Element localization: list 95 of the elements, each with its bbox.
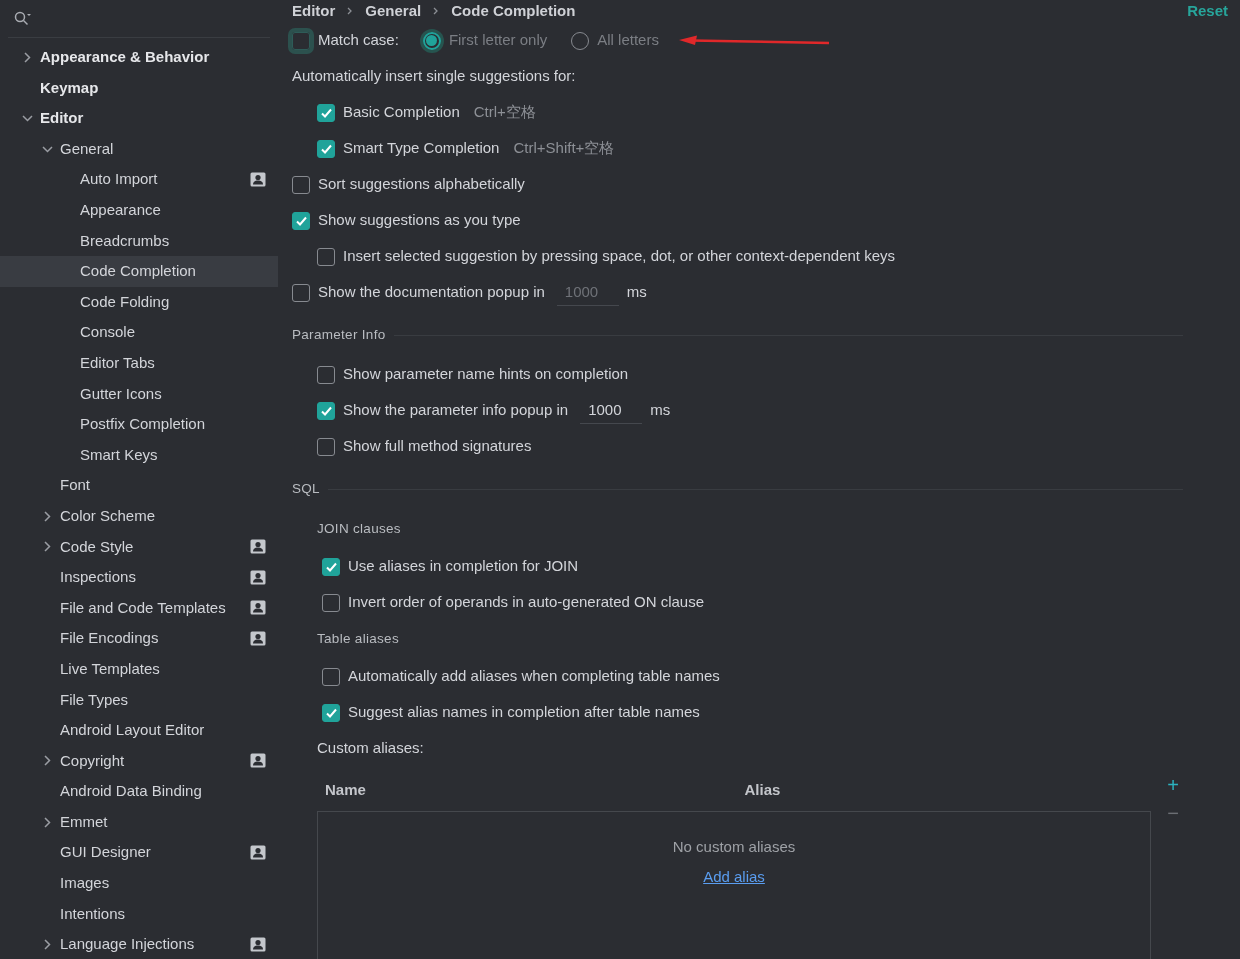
section-title: Parameter Info	[292, 326, 386, 345]
tree-item[interactable]: General	[0, 133, 278, 165]
checkbox-label: Sort suggestions alphabetically	[318, 174, 525, 195]
tree-item[interactable]: Copyright	[0, 745, 278, 777]
chevron-right-icon	[41, 939, 53, 950]
checkbox-label: Automatically add aliases when completing table names	[348, 666, 720, 687]
tree-item[interactable]: GUI Designer	[0, 837, 278, 869]
tree-item[interactable]: Code Completion	[0, 256, 278, 287]
subsection-title: Table aliases	[317, 630, 399, 649]
tree-item[interactable]: Code Folding	[0, 286, 278, 318]
checkbox-label: Show parameter name hints on completion	[343, 364, 629, 385]
shortcut-text: Ctrl+Shift+空格	[513, 138, 615, 159]
tree-item[interactable]: Android Data Binding	[0, 776, 278, 807]
tree-item[interactable]: File and Code Templates	[0, 592, 278, 624]
checkbox[interactable]	[317, 401, 335, 420]
tree-item[interactable]: Console	[0, 317, 278, 348]
checkbox[interactable]	[317, 247, 335, 266]
tree-item[interactable]: Images	[0, 868, 278, 899]
chevron-right-icon	[41, 816, 53, 828]
column-header: Name	[325, 781, 366, 799]
breadcrumb-item[interactable]: General	[365, 0, 422, 23]
chevron-right-icon	[41, 510, 53, 522]
checkbox-label: Basic Completion	[343, 102, 460, 123]
reset-link[interactable]: Reset	[1187, 0, 1228, 23]
checkbox[interactable]	[292, 211, 310, 230]
checkmark-icon	[319, 142, 333, 155]
checkbox-label: Use aliases in completion for JOIN	[348, 556, 579, 577]
checkmark-icon	[294, 214, 308, 227]
chevron-right-icon	[433, 7, 440, 16]
label-text: Custom aliases:	[317, 738, 424, 759]
tree-item[interactable]: File Types	[0, 684, 278, 716]
chevron-down-icon	[41, 143, 53, 155]
unit-label: ms	[626, 282, 647, 303]
checkmark-icon	[319, 106, 333, 119]
tree-item[interactable]: Keymap	[0, 72, 278, 104]
tree-item[interactable]: Language Injections	[0, 929, 278, 959]
checkmark-icon	[319, 404, 333, 417]
column-header: Alias	[744, 781, 781, 799]
checkmark-icon	[324, 560, 338, 573]
checkbox-label: Insert selected suggestion by pressing space, dot, or other context-dependent keys	[343, 246, 895, 267]
tree-item[interactable]: Emmet	[0, 806, 278, 838]
checkbox-label: Invert order of operands in auto-generated ON clause	[348, 592, 705, 613]
checkbox-label: Show the parameter info popup in	[343, 400, 569, 421]
tree-item[interactable]: Breadcrumbs	[0, 225, 278, 257]
chevron-right-icon	[21, 51, 33, 63]
breadcrumb-item[interactable]: Code Completion	[451, 0, 576, 23]
chevron-down-icon	[21, 113, 33, 124]
tree-item[interactable]: Editor Tabs	[0, 347, 278, 379]
number-field[interactable]: 1000	[580, 396, 643, 425]
tree-item[interactable]: Gutter Icons	[0, 378, 278, 410]
search-icon	[14, 11, 31, 26]
chevron-right-icon	[347, 7, 354, 16]
checkbox[interactable]	[317, 139, 335, 158]
tree-item[interactable]: Editor	[0, 103, 278, 134]
checkbox-label: Match case:	[318, 30, 399, 51]
checkbox[interactable]	[322, 593, 340, 612]
checkbox[interactable]	[317, 365, 335, 384]
chevron-right-icon	[41, 755, 53, 767]
section-title: SQL	[292, 480, 320, 499]
tree-item[interactable]: Appearance & Behavior	[0, 42, 278, 73]
tree-item[interactable]: Code Style	[0, 531, 278, 563]
checkbox[interactable]	[322, 667, 340, 686]
checkbox-label: Smart Type Completion	[343, 138, 500, 159]
add-button[interactable]: +	[1163, 774, 1183, 795]
tree-item[interactable]: Inspections	[0, 562, 278, 593]
unit-label: ms	[650, 400, 671, 421]
checkbox-label: Show the documentation popup in	[318, 282, 545, 303]
checkbox-label: Suggest alias names in completion after table names	[348, 702, 700, 723]
radio-label: First letter only	[448, 30, 548, 51]
tree-item[interactable]: Appearance	[0, 194, 278, 226]
tree-item[interactable]: Postfix Completion	[0, 409, 278, 440]
tree-item[interactable]: Smart Keys	[0, 439, 278, 471]
add-alias-link[interactable]: Add alias	[703, 866, 765, 889]
checkbox[interactable]	[322, 703, 340, 722]
radio-label: All letters	[597, 30, 659, 51]
tree-item[interactable]: Color Scheme	[0, 500, 278, 532]
checkbox[interactable]	[317, 437, 335, 456]
checkbox[interactable]	[322, 557, 340, 576]
checkbox-label: Show full method signatures	[343, 436, 532, 457]
breadcrumb-item[interactable]: Editor	[292, 0, 336, 23]
shortcut-text: Ctrl+空格	[473, 102, 536, 123]
tree-item[interactable]: Auto Import	[0, 164, 278, 195]
label-text: Automatically insert single suggestions for:	[292, 66, 576, 87]
tree-item[interactable]: Live Templates	[0, 653, 278, 685]
checkbox[interactable]	[317, 103, 335, 122]
empty-text: No custom aliases	[672, 836, 796, 857]
tree-item[interactable]: File Encodings	[0, 623, 278, 654]
checkmark-icon	[324, 706, 338, 719]
tree-item[interactable]: Android Layout Editor	[0, 715, 278, 746]
tree-item[interactable]: Font	[0, 470, 278, 501]
checkbox[interactable]	[292, 175, 310, 194]
subsection-title: JOIN clauses	[317, 520, 401, 539]
checkbox-label: Show suggestions as you type	[318, 210, 521, 231]
chevron-right-icon	[41, 541, 53, 553]
tree-item[interactable]: Intentions	[0, 898, 278, 930]
